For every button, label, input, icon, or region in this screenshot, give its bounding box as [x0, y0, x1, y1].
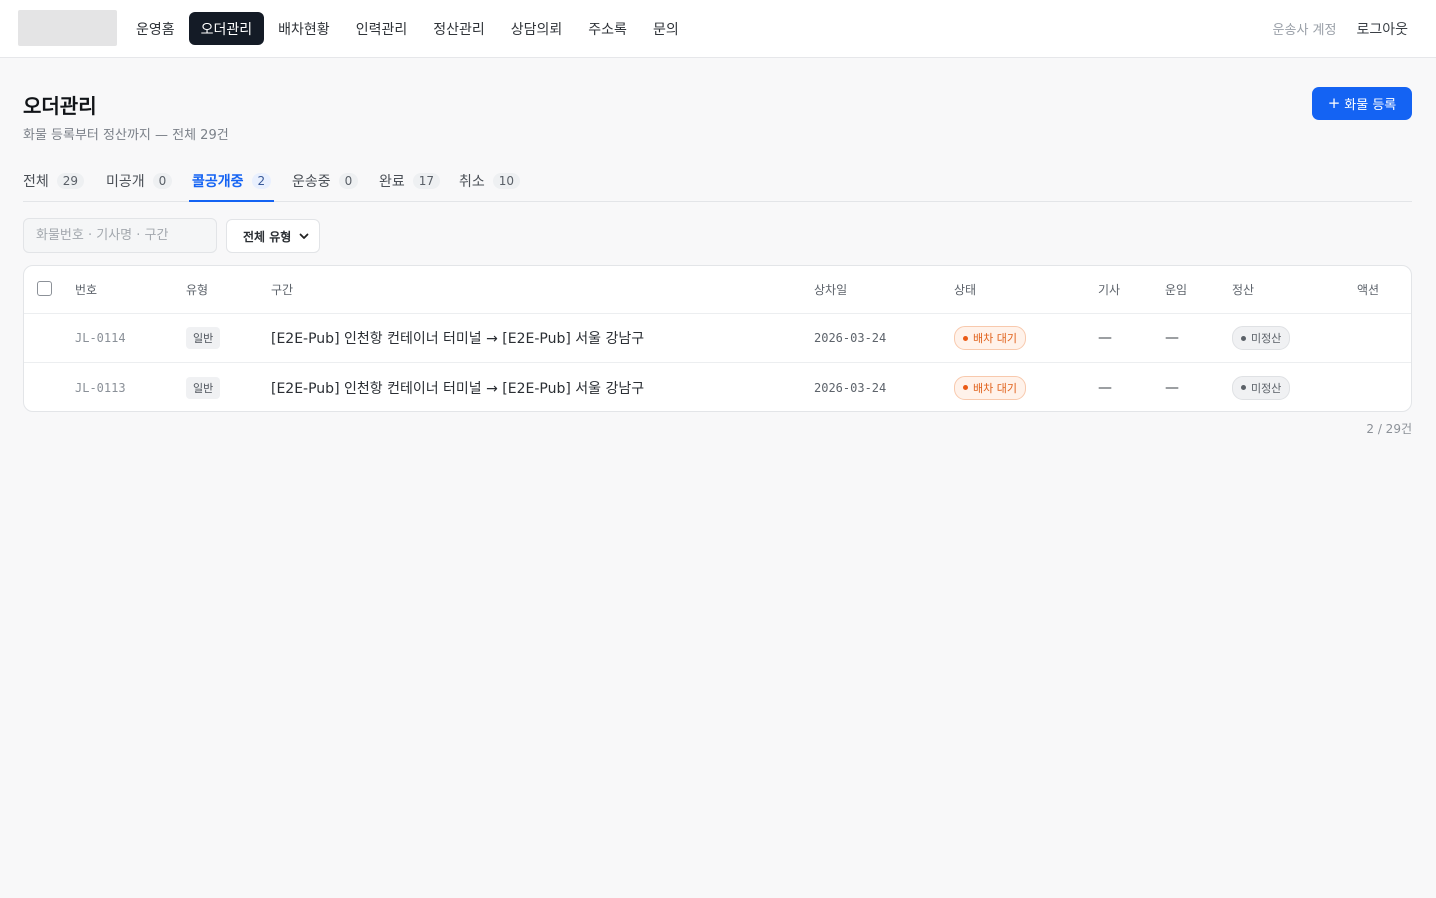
tab-cancelled[interactable]: 취소 10 — [459, 160, 521, 201]
logout-button[interactable]: 로그아웃 — [1356, 19, 1408, 39]
status-label: 배차 대기 — [973, 381, 1017, 395]
table-row[interactable]: JL-0114 일반 [E2E-Pub] 인천항 컨테이너 터미널 → [E2E… — [24, 314, 1411, 363]
status-badge: 배차 대기 — [954, 326, 1026, 350]
settlement-dot-icon — [1241, 385, 1246, 390]
status-label: 배차 대기 — [973, 332, 1017, 345]
status-dot-icon — [963, 335, 968, 341]
tab-label: 전체 — [23, 173, 49, 190]
settlement-badge: 미정산 — [1232, 326, 1291, 350]
order-route[interactable]: [E2E-Pub] 인천항 컨테이너 터미널 → [E2E-Pub] 서울 강남… — [271, 314, 644, 362]
logo[interactable] — [18, 10, 117, 46]
tab-unpublished[interactable]: 미공개 0 — [106, 160, 173, 201]
column-header-settlement[interactable]: 정산 — [1232, 266, 1254, 313]
select-all-checkbox[interactable] — [37, 281, 52, 296]
main-nav: 운영홈 오더관리 배차현황 인력관리 정산관리 상담의뢰 주소록 문의 — [124, 12, 691, 45]
order-type-tag: 일반 — [186, 327, 221, 349]
top-navigation-bar: 운영홈 오더관리 배차현황 인력관리 정산관리 상담의뢰 주소록 문의 운송사 … — [0, 0, 1436, 58]
tab-call-published[interactable]: 콜공개중 2 — [188, 160, 275, 202]
column-header-type[interactable]: 유형 — [186, 266, 208, 313]
column-header-number[interactable]: 번호 — [75, 266, 97, 313]
nav-item-dispatch-status[interactable]: 배차현황 — [266, 12, 342, 45]
order-route[interactable]: [E2E-Pub] 인천항 컨테이너 터미널 → [E2E-Pub] 서울 강남… — [271, 363, 644, 411]
nav-item-settlement-management[interactable]: 정산관리 — [421, 12, 497, 45]
orders-table: 번호 유형 구간 상차일 상태 기사 운임 정산 액션 JL-0114 일반 [… — [23, 265, 1412, 412]
column-header-action: 액션 — [1357, 283, 1380, 297]
tab-label: 완료 — [379, 173, 405, 190]
tab-label: 콜공개중 — [192, 173, 244, 190]
order-number[interactable]: JL-0113 — [75, 363, 126, 411]
account-label: 운송사 계정 — [1272, 23, 1337, 38]
tab-in-transit[interactable]: 운송중 0 — [292, 160, 359, 201]
pagination-count: 2 / 29건 — [1366, 422, 1412, 436]
column-header-fare[interactable]: 운임 — [1165, 266, 1187, 313]
fare-value: — — [1165, 330, 1179, 346]
add-cargo-button-label: 화물 등록 — [1344, 98, 1397, 113]
tab-count: 2 — [251, 172, 272, 189]
driver-value: — — [1098, 330, 1112, 346]
search-input[interactable] — [23, 218, 217, 253]
tab-label: 취소 — [459, 173, 485, 190]
column-header-driver[interactable]: 기사 — [1098, 266, 1120, 313]
tab-count: 0 — [152, 172, 173, 189]
type-filter-select[interactable]: 전체 유형 — [226, 219, 320, 253]
tab-all[interactable]: 전체 29 — [23, 160, 85, 201]
column-header-loading-date[interactable]: 상차일 — [814, 266, 847, 313]
page-subtitle: 화물 등록부터 정산까지 — 전체 29건 — [23, 128, 229, 143]
status-badge: 배차 대기 — [954, 375, 1026, 400]
driver-value: — — [1098, 379, 1112, 396]
order-type-tag: 일반 — [186, 376, 221, 399]
nav-item-address-book[interactable]: 주소록 — [576, 12, 639, 45]
type-filter-value: 전체 유형 — [243, 229, 292, 244]
nav-item-inquiry[interactable]: 문의 — [641, 12, 691, 45]
nav-item-order-management[interactable]: 오더관리 — [188, 12, 265, 45]
settlement-label: 미정산 — [1251, 381, 1282, 395]
tab-label: 운송중 — [292, 173, 331, 190]
tab-count: 0 — [338, 172, 359, 189]
status-dot-icon — [963, 385, 968, 390]
table-row[interactable]: JL-0113 일반 [E2E-Pub] 인천항 컨테이너 터미널 → [E2E… — [24, 363, 1411, 411]
plus-icon: + — [1327, 94, 1341, 112]
order-number[interactable]: JL-0114 — [75, 314, 126, 362]
column-header-status[interactable]: 상태 — [954, 266, 976, 313]
fare-value: — — [1165, 379, 1179, 396]
nav-item-ops-home[interactable]: 운영홈 — [124, 12, 187, 45]
account-area: 운송사 계정 로그아웃 — [1273, 12, 1408, 45]
add-cargo-button[interactable]: + 화물 등록 — [1312, 87, 1412, 120]
column-header-route[interactable]: 구간 — [271, 266, 293, 313]
loading-date: 2026-03-24 — [814, 331, 887, 345]
table-header: 번호 유형 구간 상차일 상태 기사 운임 정산 액션 — [24, 266, 1411, 314]
settlement-badge: 미정산 — [1232, 375, 1291, 400]
chevron-down-icon — [299, 233, 309, 239]
loading-date: 2026-03-24 — [814, 380, 887, 395]
status-tabs: 전체 29 미공개 0 콜공개중 2 운송중 0 완료 17 취소 10 — [23, 160, 1412, 202]
settlement-dot-icon — [1241, 335, 1246, 341]
nav-item-staff-management[interactable]: 인력관리 — [344, 12, 420, 45]
tab-count: 29 — [56, 172, 85, 189]
tab-completed[interactable]: 완료 17 — [379, 160, 441, 201]
nav-item-consultation[interactable]: 상담의뢰 — [499, 12, 575, 45]
tab-count: 17 — [412, 172, 441, 189]
page-title: 오더관리 — [23, 94, 97, 118]
settlement-label: 미정산 — [1251, 332, 1282, 345]
tab-label: 미공개 — [106, 173, 145, 190]
tab-count: 10 — [492, 172, 521, 189]
